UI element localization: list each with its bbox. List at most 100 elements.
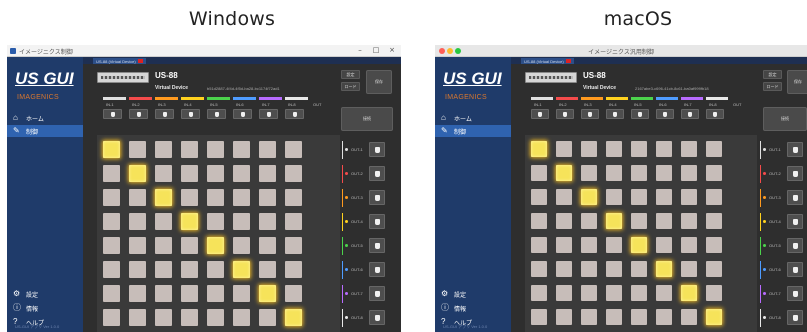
crosspoint-cell[interactable] — [103, 261, 120, 278]
crosspoint-cell[interactable] — [581, 213, 597, 229]
input-button-6[interactable] — [233, 109, 252, 119]
crosspoint-cell[interactable] — [285, 237, 302, 254]
output-button-3[interactable] — [369, 190, 385, 205]
crosspoint-cell[interactable] — [155, 213, 172, 230]
crosspoint-cell[interactable] — [581, 309, 597, 325]
crosspoint-cell[interactable] — [631, 165, 647, 181]
crosspoint-cell[interactable] — [631, 141, 647, 157]
crosspoint-cell[interactable] — [531, 261, 547, 277]
crosspoint-cell[interactable] — [606, 213, 622, 229]
crosspoint-cell[interactable] — [233, 165, 250, 182]
crosspoint-cell[interactable] — [556, 141, 572, 157]
output-button-3[interactable] — [787, 190, 803, 205]
output-button-1[interactable] — [787, 142, 803, 157]
crosspoint-cell[interactable] — [631, 309, 647, 325]
crosspoint-cell[interactable] — [233, 261, 250, 278]
output-button-5[interactable] — [787, 238, 803, 253]
output-button-8[interactable] — [369, 310, 385, 325]
input-button-3[interactable] — [581, 109, 599, 119]
crosspoint-cell[interactable] — [706, 285, 722, 301]
crosspoint-cell[interactable] — [129, 237, 146, 254]
crosspoint-cell[interactable] — [233, 285, 250, 302]
input-button-1[interactable] — [531, 109, 549, 119]
nav-item-info[interactable]: ⓘ 情報 — [7, 302, 83, 314]
crosspoint-cell[interactable] — [155, 189, 172, 206]
crosspoint-cell[interactable] — [531, 285, 547, 301]
output-button-6[interactable] — [369, 262, 385, 277]
input-button-7[interactable] — [681, 109, 699, 119]
connect-button[interactable]: 接続 — [341, 107, 393, 131]
input-button-7[interactable] — [259, 109, 278, 119]
crosspoint-cell[interactable] — [581, 165, 597, 181]
crosspoint-cell[interactable] — [531, 309, 547, 325]
crosspoint-cell[interactable] — [581, 285, 597, 301]
crosspoint-cell[interactable] — [285, 189, 302, 206]
crosspoint-cell[interactable] — [129, 309, 146, 326]
save-button[interactable]: 保存 — [787, 70, 807, 94]
crosspoint-cell[interactable] — [207, 213, 224, 230]
crosspoint-cell[interactable] — [706, 189, 722, 205]
input-button-5[interactable] — [207, 109, 226, 119]
output-button-7[interactable] — [787, 286, 803, 301]
crosspoint-cell[interactable] — [706, 261, 722, 277]
nav-item-info[interactable]: ⓘ 情報 — [435, 302, 511, 314]
tab-close-icon[interactable] — [137, 59, 143, 63]
settings-button[interactable]: 設定 — [341, 70, 360, 79]
nav-item-settings[interactable]: ⚙ 設定 — [435, 288, 511, 300]
crosspoint-cell[interactable] — [103, 237, 120, 254]
crosspoint-cell[interactable] — [233, 309, 250, 326]
crosspoint-cell[interactable] — [556, 261, 572, 277]
crosspoint-cell[interactable] — [581, 141, 597, 157]
save-button[interactable]: 保存 — [366, 70, 392, 94]
crosspoint-cell[interactable] — [681, 309, 697, 325]
crosspoint-cell[interactable] — [656, 141, 672, 157]
crosspoint-cell[interactable] — [531, 237, 547, 253]
crosspoint-cell[interactable] — [259, 165, 276, 182]
crosspoint-cell[interactable] — [285, 309, 302, 326]
crosspoint-cell[interactable] — [155, 237, 172, 254]
crosspoint-cell[interactable] — [181, 285, 198, 302]
crosspoint-cell[interactable] — [207, 165, 224, 182]
output-button-1[interactable] — [369, 142, 385, 157]
crosspoint-cell[interactable] — [606, 141, 622, 157]
crosspoint-cell[interactable] — [129, 141, 146, 158]
crosspoint-cell[interactable] — [155, 165, 172, 182]
crosspoint-cell[interactable] — [233, 189, 250, 206]
crosspoint-cell[interactable] — [181, 261, 198, 278]
output-button-8[interactable] — [787, 310, 803, 325]
crosspoint-cell[interactable] — [656, 213, 672, 229]
crosspoint-cell[interactable] — [103, 309, 120, 326]
crosspoint-cell[interactable] — [129, 285, 146, 302]
crosspoint-cell[interactable] — [103, 189, 120, 206]
input-button-8[interactable] — [285, 109, 304, 119]
input-button-5[interactable] — [631, 109, 649, 119]
output-button-7[interactable] — [369, 286, 385, 301]
crosspoint-cell[interactable] — [233, 237, 250, 254]
output-button-2[interactable] — [787, 166, 803, 181]
input-button-2[interactable] — [556, 109, 574, 119]
crosspoint-cell[interactable] — [631, 213, 647, 229]
tab-device[interactable]: US-88 (Virtual Device) — [93, 58, 146, 64]
crosspoint-cell[interactable] — [259, 141, 276, 158]
crosspoint-cell[interactable] — [233, 141, 250, 158]
crosspoint-cell[interactable] — [129, 213, 146, 230]
crosspoint-cell[interactable] — [606, 285, 622, 301]
input-button-8[interactable] — [706, 109, 724, 119]
output-button-4[interactable] — [369, 214, 385, 229]
input-button-2[interactable] — [129, 109, 148, 119]
crosspoint-cell[interactable] — [207, 285, 224, 302]
load-button[interactable]: ロード — [763, 82, 782, 91]
crosspoint-cell[interactable] — [181, 309, 198, 326]
nav-item-control[interactable]: ✎ 制御 — [7, 125, 83, 137]
crosspoint-cell[interactable] — [631, 189, 647, 205]
crosspoint-cell[interactable] — [706, 309, 722, 325]
crosspoint-cell[interactable] — [181, 237, 198, 254]
tab-close-icon[interactable] — [565, 59, 571, 63]
crosspoint-cell[interactable] — [207, 309, 224, 326]
crosspoint-cell[interactable] — [556, 213, 572, 229]
crosspoint-cell[interactable] — [103, 285, 120, 302]
input-button-1[interactable] — [103, 109, 122, 119]
crosspoint-cell[interactable] — [681, 237, 697, 253]
crosspoint-cell[interactable] — [656, 165, 672, 181]
output-button-6[interactable] — [787, 262, 803, 277]
